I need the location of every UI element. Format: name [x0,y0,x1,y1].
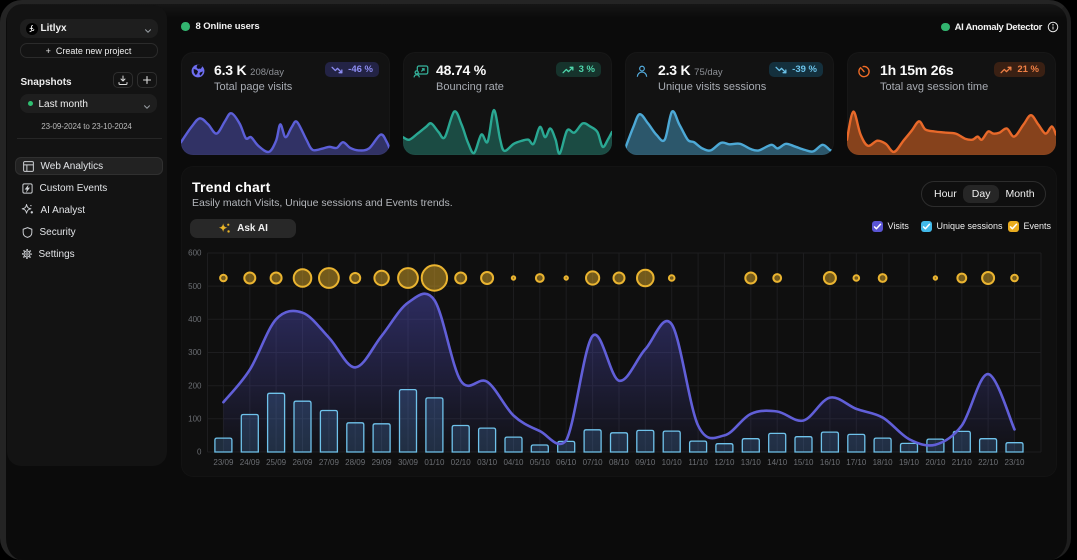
svg-text:08/10: 08/10 [609,458,630,467]
svg-text:07/10: 07/10 [583,458,604,467]
svg-text:21/10: 21/10 [952,458,973,467]
svg-text:11/10: 11/10 [688,458,708,467]
svg-text:27/09: 27/09 [319,458,340,467]
svg-text:26/09: 26/09 [292,458,313,467]
svg-text:15/10: 15/10 [793,458,814,467]
svg-text:23/10: 23/10 [1004,458,1025,467]
svg-text:18/10: 18/10 [873,458,894,467]
svg-text:04/10: 04/10 [503,458,524,467]
svg-text:14/10: 14/10 [767,458,788,467]
svg-text:400: 400 [188,315,202,324]
svg-text:300: 300 [188,348,202,357]
svg-text:29/09: 29/09 [372,458,393,467]
svg-text:01/10: 01/10 [424,458,445,467]
svg-text:500: 500 [188,282,202,291]
svg-text:19/10: 19/10 [899,458,920,467]
svg-text:0: 0 [197,448,202,457]
svg-text:200: 200 [188,381,202,390]
svg-text:13/10: 13/10 [741,458,762,467]
svg-text:24/09: 24/09 [240,458,261,467]
svg-text:23/09: 23/09 [213,458,234,467]
svg-text:28/09: 28/09 [345,458,366,467]
svg-text:03/10: 03/10 [477,458,498,467]
svg-text:09/10: 09/10 [635,458,656,467]
svg-text:100: 100 [188,414,202,423]
svg-text:16/10: 16/10 [820,458,841,467]
svg-text:600: 600 [188,249,202,258]
svg-text:02/10: 02/10 [451,458,472,467]
svg-text:06/10: 06/10 [556,458,577,467]
svg-text:05/10: 05/10 [530,458,551,467]
svg-text:20/10: 20/10 [925,458,946,467]
svg-text:17/10: 17/10 [846,458,867,467]
svg-text:22/10: 22/10 [978,458,999,467]
svg-text:30/09: 30/09 [398,458,419,467]
svg-text:10/10: 10/10 [662,458,683,467]
svg-text:12/10: 12/10 [714,458,735,467]
svg-text:25/09: 25/09 [266,458,287,467]
